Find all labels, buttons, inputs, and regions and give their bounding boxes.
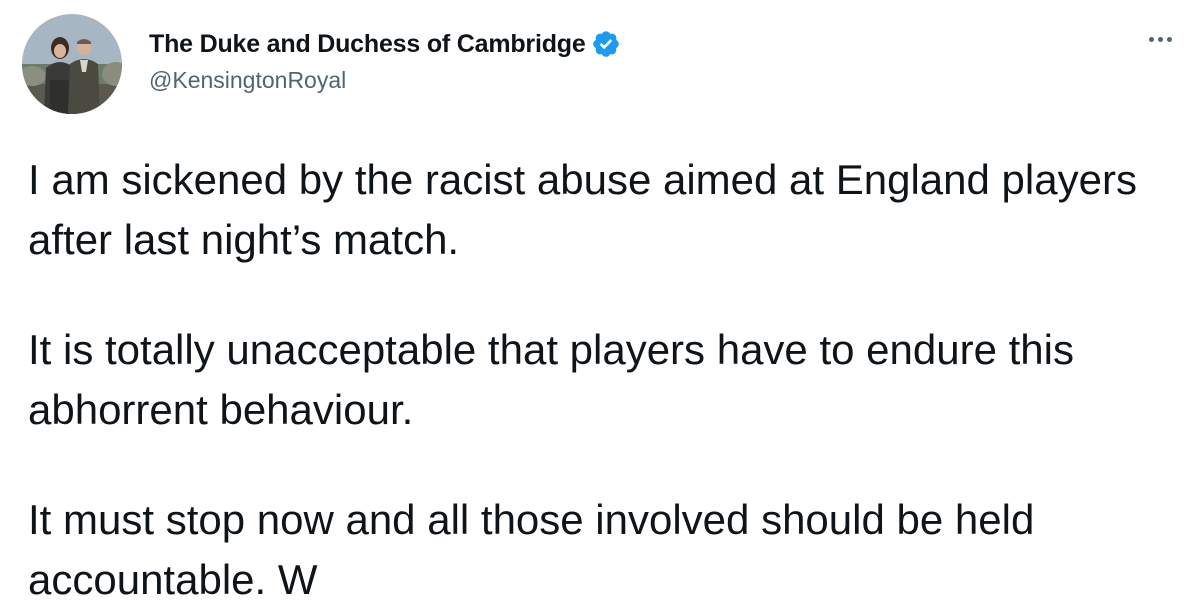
- profile-photo-icon: [22, 14, 122, 114]
- more-options-icon[interactable]: [1142, 24, 1178, 54]
- tweet-text: I am sickened by the racist abuse aimed …: [28, 150, 1178, 610]
- name-row: The Duke and Duchess of Cambridge: [149, 28, 621, 60]
- more-dot: [1157, 36, 1163, 42]
- tweet-author: The Duke and Duchess of Cambridge @Kensi…: [149, 28, 621, 94]
- tweet-paragraph: I am sickened by the racist abuse aimed …: [28, 156, 1137, 263]
- more-dot: [1148, 36, 1154, 42]
- tweet-paragraph: It must stop now and all those involved …: [28, 496, 1035, 603]
- tweet-paragraph: It is totally unacceptable that players …: [28, 326, 1074, 433]
- tweet-card: The Duke and Duchess of Cambridge @Kensi…: [0, 0, 1200, 616]
- more-dot: [1166, 36, 1172, 42]
- verified-badge-icon: [592, 31, 619, 57]
- avatar[interactable]: [22, 14, 122, 114]
- user-handle[interactable]: @KensingtonRoyal: [149, 67, 621, 94]
- display-name[interactable]: The Duke and Duchess of Cambridge: [149, 30, 586, 59]
